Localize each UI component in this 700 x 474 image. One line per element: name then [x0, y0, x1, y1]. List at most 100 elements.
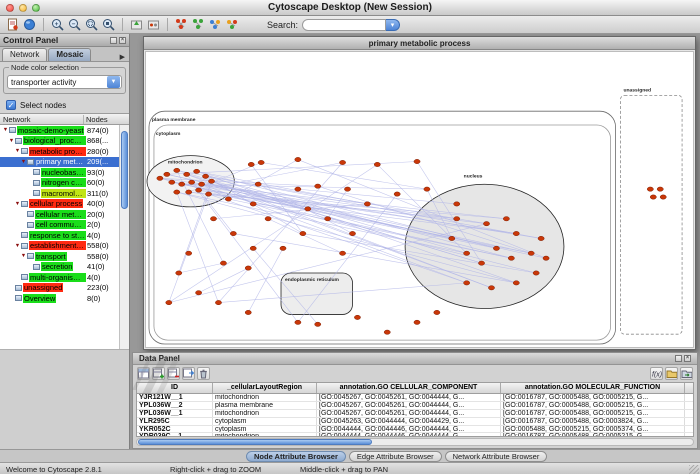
cygroup-remove-icon[interactable]: [191, 17, 206, 32]
network-node[interactable]: [478, 261, 484, 265]
tree-expander-icon[interactable]: ▼: [2, 127, 9, 133]
table-cell[interactable]: YPL036W__2: [137, 402, 213, 409]
tab-mosaic[interactable]: Mosaic: [48, 48, 91, 61]
create-attribute-icon[interactable]: [152, 367, 165, 380]
table-cell[interactable]: plasma membrane: [213, 402, 317, 409]
network-node[interactable]: [202, 174, 208, 178]
table-cell[interactable]: [GO:0016787, GO:0005488, GO:0005215, G..…: [501, 410, 685, 417]
resize-grip[interactable]: [689, 465, 699, 474]
network-node[interactable]: [184, 172, 190, 176]
network-node[interactable]: [414, 159, 420, 163]
network-node[interactable]: [157, 176, 163, 180]
table-cell[interactable]: [GO:0016787, GO:0005488, GO:0005215, G..…: [501, 402, 685, 409]
data-panel-titlebar[interactable]: Data Panel ×: [133, 353, 697, 365]
import-attributes-icon[interactable]: [182, 367, 195, 380]
import-network-icon[interactable]: [5, 17, 20, 32]
table-cell[interactable]: [GO:0044444, GO:0044446, GO:0044444, G..…: [317, 426, 501, 433]
search-input[interactable]: [302, 19, 386, 31]
network-node[interactable]: [169, 180, 175, 184]
network-node[interactable]: [394, 192, 400, 196]
network-node[interactable]: [215, 300, 221, 304]
graphics-details-icon[interactable]: [146, 17, 161, 32]
network-node[interactable]: [199, 182, 205, 186]
table-horizontal-scrollbar[interactable]: [136, 438, 694, 446]
network-node[interactable]: [189, 180, 195, 184]
network-node[interactable]: [250, 202, 256, 206]
network-node[interactable]: [166, 300, 172, 304]
column-header[interactable]: ID: [137, 383, 213, 393]
network-node[interactable]: [245, 266, 251, 270]
node-color-dropdown[interactable]: transporter activity ▼: [7, 75, 122, 89]
tree-column-nodes[interactable]: Nodes: [84, 115, 129, 124]
tree-item[interactable]: ▼cellular process40(0): [0, 199, 119, 210]
network-node[interactable]: [339, 160, 345, 164]
tree-item[interactable]: ▼establishment of l...558(0): [0, 241, 119, 252]
tab-network[interactable]: Network: [2, 48, 47, 61]
network-node[interactable]: [339, 251, 345, 255]
cygroup-collapse-icon[interactable]: [225, 17, 240, 32]
tree-vertical-scrollbar[interactable]: [119, 125, 129, 349]
network-node[interactable]: [374, 162, 380, 166]
network-node[interactable]: [384, 330, 390, 334]
network-node[interactable]: [533, 271, 539, 275]
window-titlebar[interactable]: Cytoscape Desktop (New Session): [0, 0, 700, 16]
tree-item[interactable]: cellular metabol...20(0): [0, 209, 119, 220]
network-node[interactable]: [258, 160, 264, 164]
annotation-icon[interactable]: [129, 17, 144, 32]
cygroup-expand-icon[interactable]: [208, 17, 223, 32]
minimize-button[interactable]: [19, 4, 27, 12]
network-node[interactable]: [464, 251, 470, 255]
table-cell[interactable]: [GO:0016787, GO:0005488, GO:0003824, G..…: [501, 418, 685, 425]
tab-edge-attribute-browser[interactable]: Edge Attribute Browser: [349, 451, 442, 462]
network-node[interactable]: [454, 202, 460, 206]
network-node[interactable]: [424, 187, 430, 191]
control-panel-titlebar[interactable]: Control Panel ×: [0, 34, 129, 47]
table-cell[interactable]: YDR039C__1: [137, 433, 213, 437]
network-node[interactable]: [245, 310, 251, 314]
table-cell[interactable]: [GO:0016787, GO:0005488, GO:0005215, G..…: [501, 394, 685, 401]
zoom-selected-icon[interactable]: [84, 17, 99, 32]
table-cell[interactable]: cytoplasm: [213, 426, 317, 433]
tree-expander-icon[interactable]: ▼: [14, 148, 21, 154]
network-node[interactable]: [434, 310, 440, 314]
column-header[interactable]: annotation.GO CELLULAR_COMPONENT: [317, 383, 501, 393]
network-node[interactable]: [205, 192, 211, 196]
tree-item[interactable]: nucleobase...93(0): [0, 167, 119, 178]
tree-item[interactable]: multi-organism pr...4(0): [0, 272, 119, 283]
network-node[interactable]: [344, 187, 350, 191]
network-node[interactable]: [210, 217, 216, 221]
tree-item[interactable]: macromolecule...311(0): [0, 188, 119, 199]
table-cell[interactable]: [GO:0045267, GO:0045261, GO:0044444, G..…: [317, 410, 501, 417]
search-options-button[interactable]: ▾: [386, 19, 400, 31]
network-node[interactable]: [488, 286, 494, 290]
network-window-titlebar[interactable]: primary metabolic process: [144, 37, 695, 50]
tree-item[interactable]: ▼primary metabol...209(...: [0, 157, 119, 168]
tree-item[interactable]: ▼biological_process868(...: [0, 136, 119, 147]
network-node[interactable]: [660, 195, 666, 199]
tree-item[interactable]: ▼transport558(0): [0, 251, 119, 262]
close-panel-icon[interactable]: ×: [119, 37, 126, 44]
close-panel-icon[interactable]: ×: [684, 355, 691, 362]
table-cell[interactable]: mitochondrion: [213, 410, 317, 417]
network-node[interactable]: [305, 207, 311, 211]
tab-overflow-icon[interactable]: ▶: [118, 53, 127, 61]
network-node[interactable]: [295, 187, 301, 191]
network-node[interactable]: [493, 246, 499, 250]
network-node[interactable]: [164, 172, 170, 176]
network-node[interactable]: [280, 246, 286, 250]
table-cell[interactable]: YKR052C: [137, 426, 213, 433]
table-cell[interactable]: mitochondrion: [213, 433, 317, 437]
import-table-icon[interactable]: [665, 367, 678, 380]
network-node[interactable]: [538, 236, 544, 240]
network-node[interactable]: [230, 231, 236, 235]
network-node[interactable]: [543, 256, 549, 260]
table-cell[interactable]: YJR121W__1: [137, 394, 213, 401]
network-node[interactable]: [454, 217, 460, 221]
network-node[interactable]: [176, 271, 182, 275]
export-table-icon[interactable]: [680, 367, 693, 380]
table-cell[interactable]: [GO:0005488, GO:0005215, GO:0005374, G..…: [501, 426, 685, 433]
tab-node-attribute-browser[interactable]: Node Attribute Browser: [246, 451, 346, 462]
network-node[interactable]: [650, 195, 656, 199]
zoom-fit-icon[interactable]: [101, 17, 116, 32]
network-node[interactable]: [354, 315, 360, 319]
